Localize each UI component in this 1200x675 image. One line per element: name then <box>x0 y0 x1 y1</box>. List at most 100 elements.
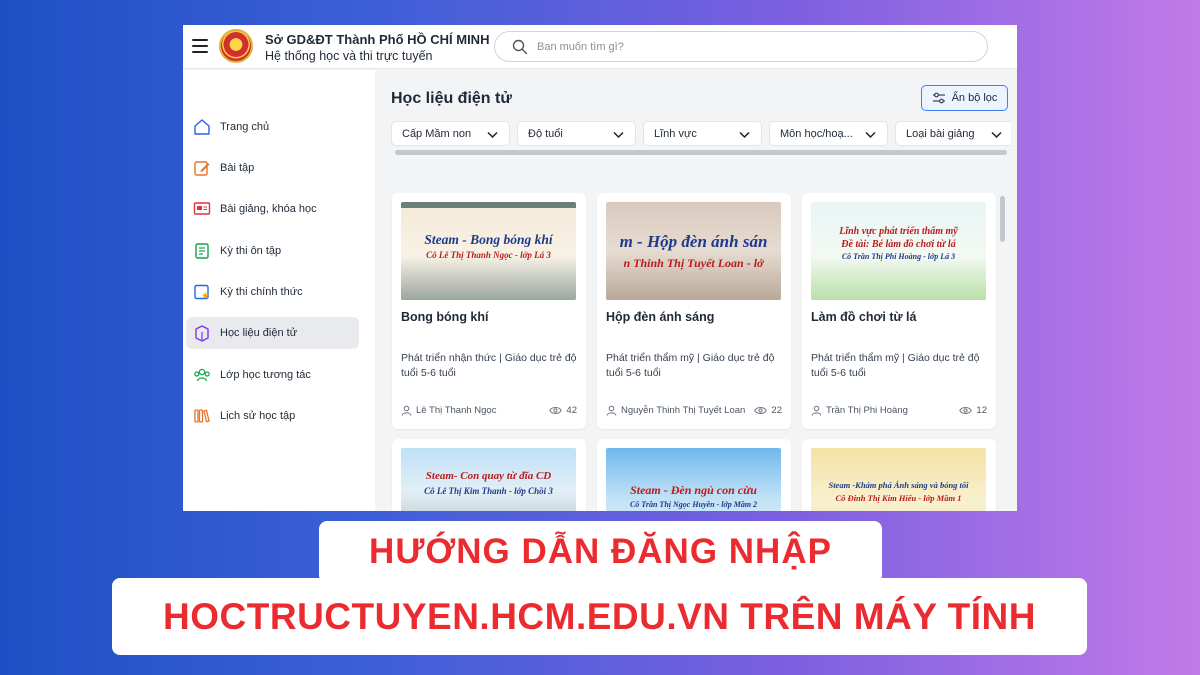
exam-official-icon <box>193 283 211 301</box>
menu-icon[interactable] <box>192 39 208 53</box>
filter-level-select[interactable]: Cấp Mầm non <box>391 121 510 146</box>
sidebar-item-label: Lịch sử học tập <box>220 410 296 422</box>
search-box[interactable] <box>494 31 988 62</box>
filter-label: Độ tuổi <box>528 127 563 140</box>
lesson-card[interactable]: Steam - Đèn ngủ con cừu Cô Trần Thị Ngọc… <box>597 439 791 511</box>
sidebar: Trang chủ Bài tập Bài giảng, khóa học Kỳ… <box>183 70 375 511</box>
view-count: 22 <box>754 405 782 416</box>
user-icon <box>401 405 412 416</box>
lesson-description: Phát triển thẩm mỹ | Giáo dục trẻ độ tuổ… <box>606 352 775 379</box>
thumbnail-subtitle: Cô Lê Thị Thanh Ngọc - lớp Lá 3 <box>426 250 551 260</box>
sidebar-item-review-exam[interactable]: Kỳ thi ôn tập <box>186 235 359 267</box>
logo <box>219 29 253 63</box>
toggle-filter-button[interactable]: Ẩn bộ lọc <box>921 85 1008 111</box>
sidebar-item-label: Bài tập <box>220 162 255 174</box>
history-icon <box>193 407 211 425</box>
filter-label: Cấp Mầm non <box>402 127 472 140</box>
search-input[interactable] <box>537 38 957 56</box>
search-icon <box>512 39 528 55</box>
brand-subtitle: Hệ thống học và thi trực tuyến <box>265 49 433 63</box>
sidebar-item-home[interactable]: Trang chủ <box>186 111 359 143</box>
lesson-card[interactable]: Steam - Bong bóng khí Cô Lê Thị Thanh Ng… <box>392 193 586 429</box>
eye-icon <box>754 407 768 414</box>
thumbnail-title: Steam- Con quay từ đĩa CD <box>425 470 552 482</box>
sidebar-item-label: Lớp học tương tác <box>220 369 311 381</box>
thumbnail-title: Lĩnh vực phát triển thẩm mỹ <box>839 226 958 237</box>
sidebar-item-exercises[interactable]: Bài tập <box>186 152 359 184</box>
lesson-author: Lê Thị Thanh Ngọc <box>401 405 496 416</box>
main-content: Học liệu điện tử Ẩn bộ lọc Cấp Mầm non Đ… <box>375 70 1017 511</box>
eye-icon <box>959 407 973 414</box>
horizontal-scrollbar[interactable] <box>395 150 1007 155</box>
elearning-icon <box>193 324 211 342</box>
view-count: 42 <box>549 405 577 416</box>
app-window: Sở GD&ĐT Thành Phố HỒ CHÍ MINH Hệ thống … <box>183 25 1017 511</box>
lesson-thumbnail: m - Hộp đèn ánh sán n Thinh Thị Tuyết Lo… <box>606 202 781 300</box>
lesson-card[interactable]: Steam- Con quay từ đĩa CD Cô Lê Thị Kim … <box>392 439 586 511</box>
filter-age-select[interactable]: Độ tuổi <box>517 121 636 146</box>
toggle-filter-label: Ẩn bộ lọc <box>951 92 998 104</box>
lesson-title: Hộp đèn ánh sáng <box>606 310 715 324</box>
lesson-description: Phát triển nhận thức | Giáo dục trẻ độ t… <box>401 352 577 379</box>
thumbnail-subtitle: Cô Trần Thị Ngọc Huyền - lớp Mầm 2 <box>629 500 758 509</box>
sidebar-item-official-exam[interactable]: Kỳ thi chính thức <box>186 276 359 308</box>
lesson-title: Bong bóng khí <box>401 310 489 324</box>
exam-review-icon <box>193 242 211 260</box>
lesson-thumbnail: Steam - Bong bóng khí Cô Lê Thị Thanh Ng… <box>401 202 576 300</box>
view-count-value: 42 <box>566 405 577 416</box>
thumbnail-title: m - Hộp đèn ánh sán <box>619 232 768 251</box>
chevron-down-icon <box>613 131 624 139</box>
lesson-card[interactable]: m - Hộp đèn ánh sán n Thinh Thị Tuyết Lo… <box>597 193 791 429</box>
lesson-card[interactable]: Steam -Khám phá Ánh sáng và bóng tối Cô … <box>802 439 996 511</box>
sidebar-item-elearning[interactable]: Học liệu điện tử <box>186 317 359 349</box>
lesson-author: Nguyễn Thinh Thị Tuyết Loan <box>606 405 745 416</box>
user-icon <box>811 405 822 416</box>
filter-field-select[interactable]: Lĩnh vực <box>643 121 762 146</box>
lesson-thumbnail: Steam- Con quay từ đĩa CD Cô Lê Thị Kim … <box>401 448 576 511</box>
filter-label: Lĩnh vực <box>654 127 697 140</box>
edit-icon <box>193 159 211 177</box>
lesson-thumbnail: Lĩnh vực phát triển thẩm mỹ Đề tài: Bé l… <box>811 202 986 300</box>
sidebar-item-history[interactable]: Lịch sử học tập <box>186 400 359 432</box>
lesson-description: Phát triển thẩm mỹ | Giáo dục trẻ độ tuổ… <box>811 352 980 379</box>
group-icon <box>193 366 211 384</box>
lesson-card[interactable]: Lĩnh vực phát triển thẩm mỹ Đề tài: Bé l… <box>802 193 996 429</box>
lesson-author: Trần Thị Phi Hoàng <box>811 405 908 416</box>
filter-lesson-type-select[interactable]: Loại bài giảng <box>895 121 1011 146</box>
sidebar-item-lectures[interactable]: Bài giảng, khóa học <box>186 193 359 225</box>
user-icon <box>606 405 617 416</box>
sidebar-item-label: Học liệu điện tử <box>220 327 298 339</box>
lecture-icon <box>193 200 211 218</box>
lesson-title: Làm đồ chơi từ lá <box>811 310 917 324</box>
vertical-scrollbar[interactable] <box>1000 196 1005 242</box>
view-count-value: 12 <box>976 405 987 416</box>
thumbnail-subtitle: n Thinh Thị Tuyết Loan - lớ <box>623 256 764 270</box>
chevron-down-icon <box>739 131 750 139</box>
thumbnail-title: Steam -Khám phá Ánh sáng và bóng tối <box>828 480 969 490</box>
banner-heading: HƯỚNG DẪN ĐĂNG NHẬP <box>319 521 882 583</box>
lesson-thumbnail: Steam - Đèn ngủ con cừu Cô Trần Thị Ngọc… <box>606 448 781 511</box>
sidebar-item-label: Kỳ thi ôn tập <box>220 245 282 257</box>
filter-subject-select[interactable]: Môn học/hoạ... <box>769 121 888 146</box>
eye-icon <box>549 407 563 414</box>
sidebar-item-interactive-class[interactable]: Lớp học tương tác <box>186 359 359 391</box>
author-name: Trần Thị Phi Hoàng <box>826 405 908 416</box>
filter-bar: Cấp Mầm non Độ tuổi Lĩnh vực Môn học/hoạ… <box>391 121 1011 147</box>
lesson-thumbnail: Steam -Khám phá Ánh sáng và bóng tối Cô … <box>811 448 986 511</box>
page-title: Học liệu điện tử <box>391 90 512 107</box>
top-bar: Sở GD&ĐT Thành Phố HỒ CHÍ MINH Hệ thống … <box>183 25 1017 69</box>
sidebar-item-label: Bài giảng, khóa học <box>220 203 317 215</box>
sidebar-item-label: Kỳ thi chính thức <box>220 286 303 298</box>
banner-subheading: HOCTRUCTUYEN.HCM.EDU.VN TRÊN MÁY TÍNH <box>112 578 1087 655</box>
chevron-down-icon <box>487 131 498 139</box>
sliders-icon <box>932 92 945 104</box>
chevron-down-icon <box>865 131 876 139</box>
thumbnail-title: Steam - Bong bóng khí <box>424 232 553 247</box>
author-name: Lê Thị Thanh Ngọc <box>416 405 497 416</box>
filter-label: Môn học/hoạ... <box>780 127 853 140</box>
thumbnail-teacher: Cô Trần Thị Phi Hoàng - lớp Lá 3 <box>841 252 956 261</box>
thumbnail-subtitle: Cô Đinh Thị Kim Hiếu - lớp Mầm 1 <box>835 493 962 503</box>
author-name: Nguyễn Thinh Thị Tuyết Loan <box>621 405 746 416</box>
view-count-value: 22 <box>771 405 782 416</box>
sidebar-item-label: Trang chủ <box>220 121 270 133</box>
